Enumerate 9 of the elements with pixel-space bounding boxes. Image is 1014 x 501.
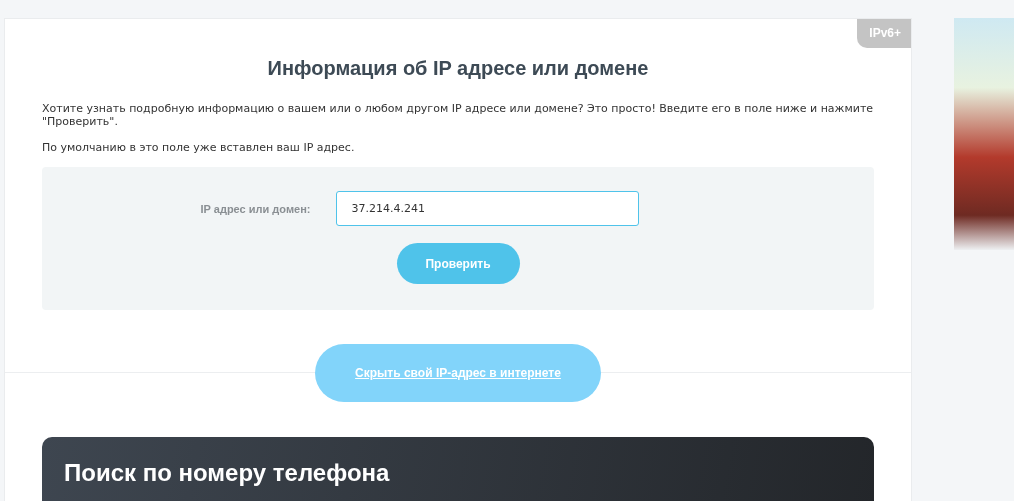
description-text: По умолчанию в это поле уже вставлен ваш IP адрес. (42, 141, 356, 154)
description-text: Хотите узнать подробную информацию о вашем или о любом другом IP адресе или домене? Это просто! Введите его в поле ниже и нажмите "Проверить". (42, 102, 875, 128)
hide-ip-button[interactable]: Скрыть свой IP-адрес в интернете (315, 344, 601, 402)
version-badge: IPv6+ (857, 19, 911, 48)
card-title: Поиск по номеру телефона (64, 459, 391, 487)
check-button[interactable]: Проверить (396, 243, 520, 284)
field-label: IP адрес или домен: (200, 202, 311, 215)
ip-input-field[interactable]: 37.214.4.241 (336, 191, 640, 226)
page-title: Информация об IP адресе или домене (267, 57, 649, 80)
